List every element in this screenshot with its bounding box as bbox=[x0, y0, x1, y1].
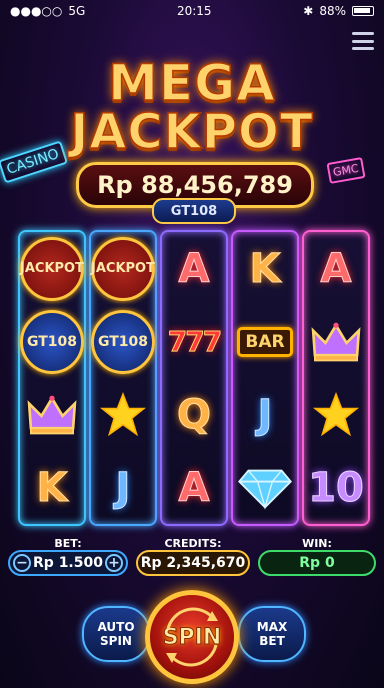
battery-percent: 88% bbox=[319, 4, 346, 18]
reel-column: JACKPOT GT108 K bbox=[18, 230, 86, 526]
credits-label: CREDITS: bbox=[164, 537, 222, 550]
bet-decrease-button[interactable]: − bbox=[13, 554, 31, 572]
max-bet-button[interactable]: MAX BET bbox=[238, 606, 306, 662]
spin-button[interactable]: SPIN bbox=[145, 590, 239, 684]
max-bet-label-line1: MAX bbox=[256, 620, 288, 634]
symbol-seven: 777 bbox=[167, 325, 222, 359]
star-icon bbox=[91, 383, 155, 447]
crown-icon bbox=[20, 383, 84, 447]
symbol-10: 10 bbox=[308, 464, 365, 511]
symbol-q: Q bbox=[176, 391, 211, 438]
crown-icon bbox=[304, 310, 368, 374]
auto-spin-button[interactable]: AUTO SPIN bbox=[82, 606, 150, 662]
credits-value: Rp 2,345,670 bbox=[136, 550, 250, 576]
symbol-badge-jp: JACKPOT bbox=[91, 236, 155, 301]
status-left: ●●●○○ 5G bbox=[10, 4, 85, 18]
symbol-j: J bbox=[115, 464, 131, 511]
battery-icon bbox=[352, 6, 374, 16]
win-value: Rp 0 bbox=[258, 550, 376, 576]
bet-label: BET: bbox=[54, 537, 82, 550]
bluetooth-icon: ✱ bbox=[303, 4, 314, 18]
max-bet-label-line2: BET bbox=[259, 634, 285, 648]
title-mega: MEGA bbox=[107, 54, 276, 112]
clock: 20:15 bbox=[176, 4, 212, 18]
title-jackpot: JACKPOT bbox=[70, 104, 314, 160]
symbol-badge-gt: GT108 bbox=[91, 309, 155, 374]
symbol-k: K bbox=[249, 245, 281, 292]
auto-spin-label-line2: SPIN bbox=[100, 634, 132, 648]
symbol-badge-jp: JACKPOT bbox=[20, 236, 84, 301]
signal-icon: ●●●○○ bbox=[10, 4, 63, 18]
status-bar: ●●●○○ 5G 20:15 ✱ 88% bbox=[0, 0, 384, 22]
auto-spin-label-line1: AUTO bbox=[97, 620, 135, 634]
symbol-a: A bbox=[178, 245, 210, 292]
spin-label: SPIN bbox=[162, 624, 222, 650]
carrier-label: 5G bbox=[68, 4, 86, 18]
symbol-a: A bbox=[320, 245, 352, 292]
reel-column: K BAR J bbox=[231, 230, 299, 526]
status-right: ✱ 88% bbox=[303, 4, 374, 18]
bet-increase-button[interactable]: + bbox=[105, 554, 123, 572]
brand-badge: GT108 bbox=[152, 198, 236, 224]
symbol-bar: BAR bbox=[233, 310, 297, 374]
symbol-badge-gt: GT108 bbox=[20, 309, 84, 374]
symbol-k: K bbox=[36, 464, 68, 511]
symbol-bar-label: BAR bbox=[237, 326, 293, 357]
reel-column: A 10 bbox=[302, 230, 370, 526]
menu-icon[interactable] bbox=[352, 32, 374, 50]
symbol-j: J bbox=[257, 391, 273, 438]
reel-column: A 777 Q A bbox=[160, 230, 228, 526]
reel-column: JACKPOT GT108 J bbox=[89, 230, 157, 526]
win-label: WIN: bbox=[302, 537, 332, 550]
reel-grid: JACKPOT GT108 K JACKPOT GT108 J A 777 Q A K BAR J A 10 bbox=[18, 230, 370, 526]
diamond-icon bbox=[233, 456, 297, 520]
bet-value: Rp 1.500 bbox=[33, 555, 103, 571]
bet-stepper: − Rp 1.500 + bbox=[8, 550, 128, 576]
side-neon-sign: GMC bbox=[326, 157, 366, 184]
star-icon bbox=[304, 383, 368, 447]
symbol-a: A bbox=[178, 464, 210, 511]
